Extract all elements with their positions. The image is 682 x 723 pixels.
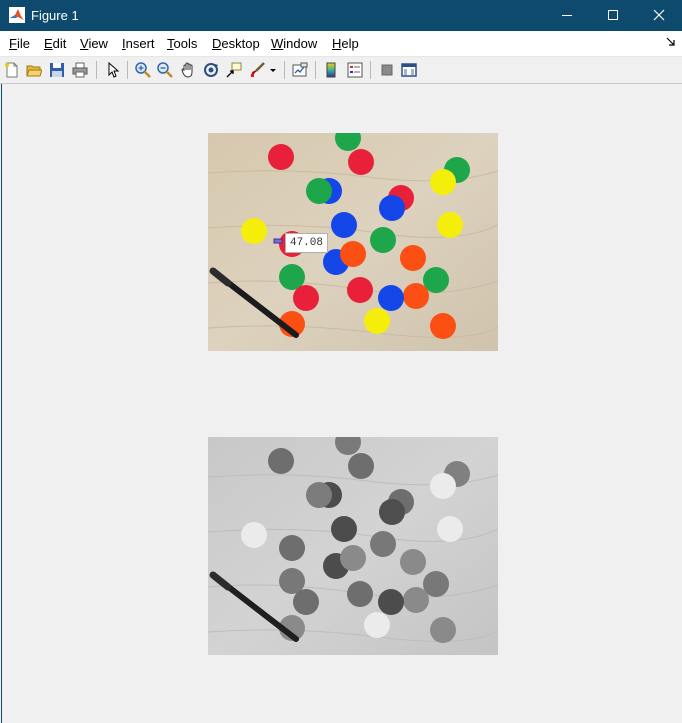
- new-figure-icon: [5, 62, 18, 78]
- menu-insert[interactable]: Insert: [122, 36, 155, 51]
- colorbar-button[interactable]: [322, 60, 342, 80]
- dock-figure-icon[interactable]: [666, 37, 676, 47]
- maximize-icon: [608, 10, 618, 20]
- link-plot-button[interactable]: [290, 60, 310, 80]
- hide-plot-tools-icon: [381, 64, 393, 76]
- axes-color-image[interactable]: [208, 133, 498, 351]
- toolbar-separator: [284, 61, 285, 79]
- legend-icon: [347, 62, 363, 78]
- close-icon: [653, 9, 665, 21]
- title-bar: Figure 1: [0, 0, 682, 31]
- menu-tools[interactable]: Tools: [167, 36, 197, 51]
- minimize-icon: [562, 15, 572, 16]
- close-button[interactable]: [636, 0, 682, 31]
- grayscale-image: [208, 437, 498, 655]
- show-plot-tools-icon: [401, 63, 417, 77]
- pan-icon: [181, 62, 193, 78]
- hide-plot-tools-button[interactable]: [377, 60, 397, 80]
- minimize-button[interactable]: [544, 0, 590, 31]
- link-plot-icon: [292, 62, 308, 77]
- menu-file[interactable]: File: [9, 36, 30, 51]
- zoom-in-icon: [135, 62, 151, 78]
- brush-button[interactable]: [247, 60, 267, 80]
- zoom-out-icon: [157, 62, 173, 78]
- datatip-value[interactable]: 47.08: [285, 233, 328, 253]
- colorbar-icon: [326, 62, 336, 78]
- brush-icon: [250, 62, 265, 77]
- data-cursor-icon: [226, 62, 242, 78]
- rotate-3d-icon: [204, 63, 218, 77]
- figure-toolbar: [0, 57, 682, 84]
- pointer-button[interactable]: [103, 60, 123, 80]
- pointer-icon: [108, 62, 120, 78]
- menu-bar: File Edit View Insert Tools Desktop Wind…: [0, 31, 682, 57]
- zoom-in-button[interactable]: [133, 60, 153, 80]
- save-button[interactable]: [47, 60, 67, 80]
- data-cursor-button[interactable]: [224, 60, 244, 80]
- window-title: Figure 1: [31, 8, 79, 23]
- open-file-icon: [26, 65, 42, 77]
- rotate-3d-button[interactable]: [201, 60, 221, 80]
- maximize-button[interactable]: [590, 0, 636, 31]
- color-image: [208, 133, 498, 351]
- menu-window[interactable]: Window: [271, 36, 317, 51]
- toolbar-separator: [315, 61, 316, 79]
- menu-edit[interactable]: Edit: [44, 36, 66, 51]
- pan-button[interactable]: [178, 60, 198, 80]
- menu-view[interactable]: View: [80, 36, 108, 51]
- axes-gray-image[interactable]: [208, 437, 498, 655]
- legend-button[interactable]: [345, 60, 365, 80]
- brush-dropdown-button[interactable]: [268, 60, 278, 80]
- toolbar-separator: [370, 61, 371, 79]
- show-plot-tools-button[interactable]: [399, 60, 419, 80]
- print-button[interactable]: [70, 60, 90, 80]
- toolbar-separator: [127, 61, 128, 79]
- save-icon: [50, 63, 64, 77]
- new-figure-button[interactable]: [2, 60, 22, 80]
- open-file-button[interactable]: [24, 60, 44, 80]
- brush-dropdown-icon: [270, 69, 276, 72]
- toolbar-separator: [96, 61, 97, 79]
- menu-desktop[interactable]: Desktop: [212, 36, 260, 51]
- print-icon: [72, 62, 88, 78]
- zoom-out-button[interactable]: [155, 60, 175, 80]
- matlab-logo-icon: [9, 7, 25, 23]
- menu-help[interactable]: Help: [332, 36, 359, 51]
